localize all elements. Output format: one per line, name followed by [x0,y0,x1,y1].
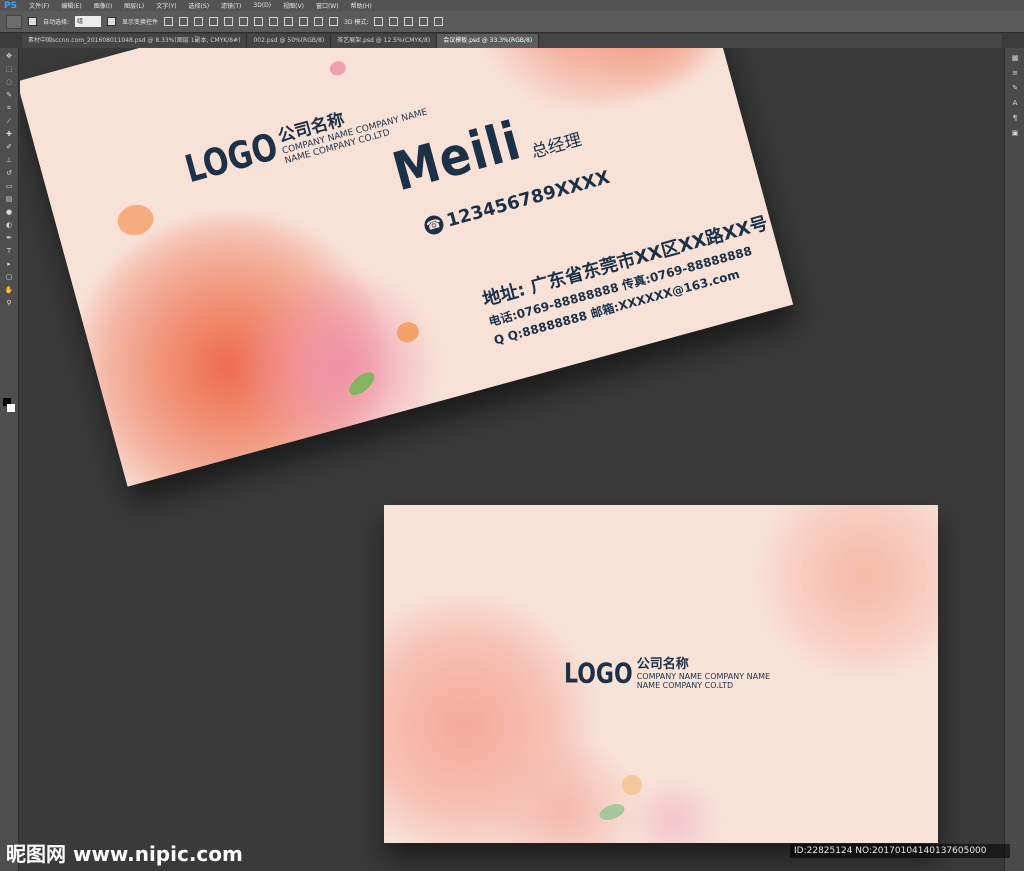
blur-tool-icon[interactable]: ● [4,208,14,217]
type-tool-icon[interactable]: T [4,247,14,256]
right-panel-strip: ▦ ≡ ✎ A ¶ ▣ [1004,48,1024,871]
back-logo-group: LOGO 公司名称 COMPANY NAME COMPANY NAME NAME… [564,653,770,690]
roll-3d-icon[interactable] [389,17,399,26]
hand-tool-icon[interactable]: ✋ [4,286,14,295]
distribute-middle-icon[interactable] [269,17,279,26]
paragraph-panel-icon[interactable]: ¶ [1009,114,1021,123]
dodge-tool-icon[interactable]: ◐ [4,221,14,230]
auto-select-checkbox[interactable] [28,17,37,26]
menu-view[interactable]: 视图(V) [283,1,304,10]
menu-3d[interactable]: 3D(D) [253,2,271,9]
tab-document-3[interactable]: 茶艺展架.psd @ 12.5%(CMYK/8) [331,34,438,48]
align-right-icon[interactable] [239,17,249,26]
back-company-name-en-2: NAME COMPANY CO.LTD [636,681,734,690]
shape-tool-icon[interactable]: ▢ [4,273,14,282]
contact-block: 地址: 广东省东莞市XX区XX路XX号 电话:0769-88888888 传真:… [479,209,780,349]
distribute-left-icon[interactable] [299,17,309,26]
phone-icon: ☎ [422,213,446,237]
photoshop-logo: PS [4,0,18,11]
brush-tool-icon[interactable]: ✐ [4,143,14,152]
tools-panel: ✥ ⬚ ◌ ✎ ⌗ ⁄ ✚ ✐ ⊥ ↺ ▭ ▤ ● ◐ ✒ T ▸ ▢ ✋ ⚲ [0,48,19,871]
move-tool-icon[interactable]: ✥ [4,52,14,61]
tab-document-4-active[interactable]: 会议模板.psd @ 33.3%(RGB/8) [437,34,540,48]
menu-select[interactable]: 选择(S) [189,1,210,10]
options-bar: 自动选择: 组 显示变换控件 3D 模式: [0,11,1024,33]
menu-image[interactable]: 图像(I) [94,1,112,10]
history-panel-icon[interactable]: ▦ [1009,54,1021,63]
small-flower-decoration [114,200,157,240]
menu-layer[interactable]: 图层(L) [124,1,144,10]
quick-select-tool-icon[interactable]: ✎ [4,91,14,100]
marquee-tool-icon[interactable]: ⬚ [4,65,14,74]
menu-help[interactable]: 帮助(H) [351,1,372,10]
menu-edit[interactable]: 编辑(E) [61,1,81,10]
menu-filter[interactable]: 滤镜(T) [221,1,241,10]
menu-type[interactable]: 文字(Y) [156,1,176,10]
brush-panel-icon[interactable]: ✎ [1009,84,1021,93]
move-tool-preset-icon[interactable] [6,14,22,29]
align-left-icon[interactable] [209,17,219,26]
stamp-tool-icon[interactable]: ⊥ [4,156,14,165]
scale-3d-icon[interactable] [434,17,444,26]
small-flower-decoration [622,775,642,795]
person-title: 总经理 [529,129,584,163]
tab-document-2[interactable]: 002.psd @ 50%(RGB/8) [247,34,332,48]
show-transform-label: 显示变换控件 [122,19,159,26]
document-canvas[interactable]: LOGO 公司名称 COMPANY NAME COMPANY NAME NAME… [20,48,1004,871]
front-logo-text: LOGO [180,125,283,193]
drag-3d-icon[interactable] [404,17,414,26]
pen-tool-icon[interactable]: ✒ [4,234,14,243]
distribute-right-icon[interactable] [329,17,339,26]
auto-select-dropdown[interactable]: 组 [75,16,102,27]
menu-bar: PS 文件(F) 编辑(E) 图像(I) 图层(L) 文字(Y) 选择(S) 滤… [0,0,1024,11]
gradient-tool-icon[interactable]: ▤ [4,195,14,204]
character-panel-icon[interactable]: A [1009,99,1021,108]
mode-3d-label: 3D 模式: [344,19,369,26]
eraser-tool-icon[interactable]: ▭ [4,182,14,191]
align-top-icon[interactable] [164,17,174,26]
history-brush-tool-icon[interactable]: ↺ [4,169,14,178]
front-logo-group: LOGO 公司名称 COMPANY NAME COMPANY NAME NAME… [180,83,431,192]
tab-document-1[interactable]: 素材中国sccnn.com_201608011048.psd @ 8.33%(图… [22,34,248,48]
healing-tool-icon[interactable]: ✚ [4,130,14,139]
watercolor-flower-decoration [744,505,938,675]
lasso-tool-icon[interactable]: ◌ [4,78,14,87]
distribute-top-icon[interactable] [254,17,264,26]
eyedropper-tool-icon[interactable]: ⁄ [4,117,14,126]
slide-3d-icon[interactable] [419,17,429,26]
align-middle-icon[interactable] [179,17,189,26]
menu-file[interactable]: 文件(F) [29,1,49,10]
menu-window[interactable]: 窗口(W) [316,1,339,10]
properties-panel-icon[interactable]: ≡ [1009,69,1021,78]
path-select-tool-icon[interactable]: ▸ [4,260,14,269]
distribute-bottom-icon[interactable] [284,17,294,26]
small-flower-decoration [328,59,348,78]
nipic-watermark: 昵图网 www.nipic.com [6,842,243,866]
show-transform-checkbox[interactable] [107,17,117,26]
back-logo-text: LOGO [564,658,633,690]
rotate-3d-icon[interactable] [374,17,384,26]
background-color-swatch[interactable] [7,404,15,412]
crop-tool-icon[interactable]: ⌗ [4,104,14,113]
document-tabs: 素材中国sccnn.com_201608011048.psd @ 8.33%(图… [22,34,1002,48]
distribute-center-icon[interactable] [314,17,324,26]
image-id-label: ID:22825124 NO:20170104140137605000 [790,844,1010,858]
back-company-name-cn: 公司名称 [636,657,689,672]
zoom-tool-icon[interactable]: ⚲ [4,299,14,308]
auto-select-label: 自动选择: [43,19,70,26]
back-company-name-en-1: COMPANY NAME COMPANY NAME [636,672,771,681]
align-center-icon[interactable] [224,17,234,26]
business-card-front: LOGO 公司名称 COMPANY NAME COMPANY NAME NAME… [20,48,794,487]
business-card-back: LOGO 公司名称 COMPANY NAME COMPANY NAME NAME… [384,505,938,843]
layers-panel-icon[interactable]: ▣ [1009,129,1021,138]
align-bottom-icon[interactable] [194,17,204,26]
